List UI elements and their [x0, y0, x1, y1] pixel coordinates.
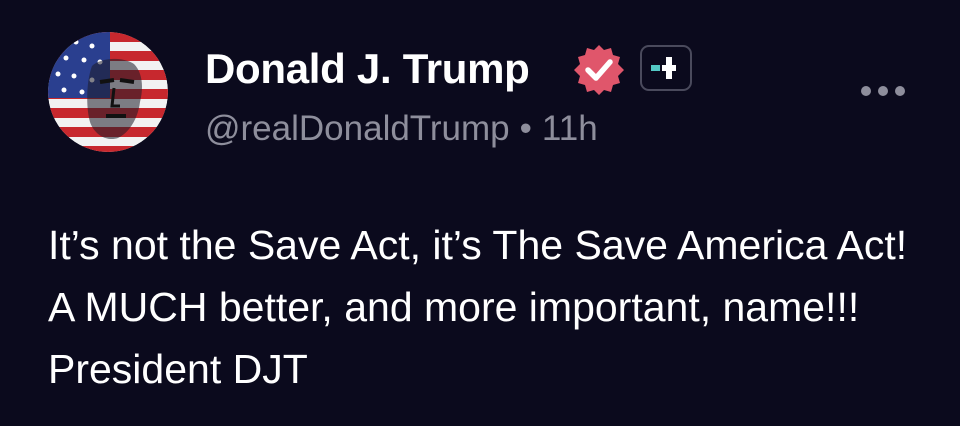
author-meta: @realDonaldTrump • 11h — [205, 108, 598, 150]
post-card: Donald J. Trump @realDonaldTrump • 11h It’… — [0, 0, 960, 426]
post-timestamp[interactable]: 11h — [542, 109, 598, 148]
verified-check-icon — [571, 42, 627, 98]
plus-badge[interactable] — [640, 45, 692, 91]
plus-icon — [651, 57, 676, 79]
author-handle[interactable]: @realDonaldTrump — [205, 109, 510, 148]
flag-portrait-avatar-image — [48, 32, 168, 152]
more-horizontal-icon — [861, 86, 905, 96]
meta-separator: • — [519, 109, 532, 148]
author-avatar[interactable] — [48, 32, 168, 152]
author-display-name[interactable]: Donald J. Trump — [205, 44, 530, 94]
more-options-button[interactable] — [858, 78, 908, 104]
post-text: It’s not the Save Act, it’s The Save Ame… — [48, 222, 908, 392]
